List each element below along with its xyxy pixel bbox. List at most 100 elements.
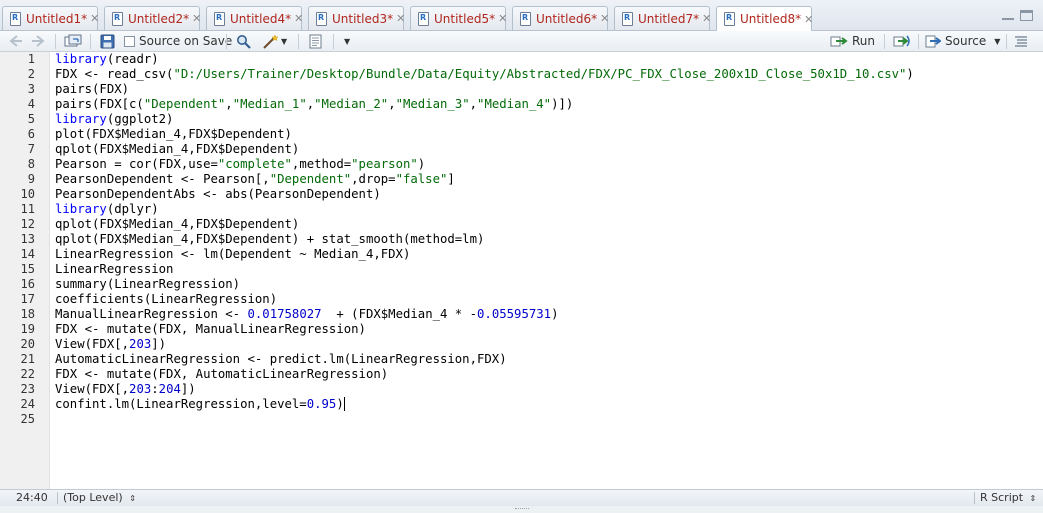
code-line[interactable]: FDX <- mutate(FDX, ManualLinearRegressio… xyxy=(55,322,366,337)
scope-label: (Top Level) xyxy=(63,491,123,504)
code-line[interactable]: ManualLinearRegression <- 0.01758027 + (… xyxy=(55,307,558,322)
code-line[interactable]: FDX <- mutate(FDX, AutomaticLinearRegres… xyxy=(55,367,388,382)
document-outline-button[interactable] xyxy=(1014,33,1028,49)
save-button[interactable] xyxy=(100,33,116,49)
code-token: ,drop= xyxy=(351,172,396,186)
code-token: , xyxy=(225,97,233,111)
code-tools-menu[interactable]: ▼ xyxy=(262,33,287,49)
source-button[interactable]: Source ▼ xyxy=(925,33,1000,49)
code-token: confint.lm(LinearRegression,level= xyxy=(55,397,307,411)
code-token: ]) xyxy=(151,337,167,351)
line-number: 6 xyxy=(27,127,35,141)
tab-untitled8[interactable]: Untitled8*✕ xyxy=(716,6,813,31)
line-number: 20 xyxy=(20,337,35,351)
code-token: (dplyr) xyxy=(106,202,159,216)
file-type-selector[interactable]: R Script ⇕ xyxy=(980,491,1036,505)
code-line[interactable]: qplot(FDX$Median_4,FDX$Dependent) + stat… xyxy=(55,232,484,247)
code-line[interactable]: FDX <- read_csv("D:/Users/Trainer/Deskto… xyxy=(55,67,914,82)
tab-untitled3[interactable]: Untitled3*✕ xyxy=(308,6,405,30)
code-line[interactable]: LinearRegression <- lm(Dependent ~ Media… xyxy=(55,247,410,262)
line-number: 17 xyxy=(20,292,35,306)
close-icon[interactable]: ✕ xyxy=(804,13,813,26)
tab-untitled6[interactable]: Untitled6*✕ xyxy=(512,6,609,30)
code-token: qplot(FDX$Median_4,FDX$Dependent) xyxy=(55,217,300,231)
cursor-position: 24:40 xyxy=(16,491,48,504)
close-icon[interactable]: ✕ xyxy=(294,12,303,25)
run-button[interactable]: Run xyxy=(830,33,875,49)
line-number: 13 xyxy=(20,232,35,246)
code-line[interactable]: LinearRegression xyxy=(55,262,173,277)
line-number: 15 xyxy=(20,262,35,276)
maximize-icon[interactable] xyxy=(1020,10,1033,21)
code-line[interactable]: confint.lm(LinearRegression,level=0.95) xyxy=(55,397,345,412)
magic-wand-icon xyxy=(263,33,279,49)
code-line[interactable]: PearsonDependentAbs <- abs(PearsonDepend… xyxy=(55,187,381,202)
splitter-grip-icon[interactable] xyxy=(515,508,529,512)
code-line[interactable]: qplot(FDX$Median_4,FDX$Dependent) xyxy=(55,142,299,157)
close-icon[interactable]: ✕ xyxy=(600,12,609,25)
tab-untitled2[interactable]: Untitled2*✕ xyxy=(104,6,201,30)
code-line[interactable]: Pearson = cor(FDX,use="complete",method=… xyxy=(55,157,425,172)
close-icon[interactable]: ✕ xyxy=(192,12,201,25)
code-editor[interactable]: library(readr) FDX <- read_csv("D:/Users/… xyxy=(55,52,1043,489)
chevron-down-icon[interactable]: ▼ xyxy=(994,37,1000,46)
code-token: , xyxy=(388,97,396,111)
more-options-menu[interactable]: ▼ xyxy=(344,33,350,49)
find-replace-button[interactable] xyxy=(236,33,252,49)
line-number: 2 xyxy=(27,67,35,81)
code-line[interactable]: PearsonDependent <- Pearson[,"Dependent"… xyxy=(55,172,455,187)
rerun-button[interactable] xyxy=(893,33,913,49)
line-number-gutter: 1 2 3 4 5 6 7 8 9 10 11 12 13 14 15 16 17 18 19 20 21 22 23 24 2… xyxy=(0,52,50,489)
source-on-save-checkbox[interactable]: Source on Save xyxy=(124,33,232,49)
code-line[interactable]: library(dplyr) xyxy=(55,202,159,217)
line-number: 1 xyxy=(27,52,35,66)
code-line[interactable]: pairs(FDX) xyxy=(55,82,129,97)
forward-button[interactable] xyxy=(30,33,46,49)
r-script-icon xyxy=(518,11,532,26)
code-number: 0.95 xyxy=(306,397,337,411)
code-line[interactable]: AutomaticLinearRegression <- predict.lm(… xyxy=(55,352,507,367)
scope-selector[interactable]: (Top Level) ⇕ xyxy=(63,491,136,505)
close-icon[interactable]: ✕ xyxy=(702,12,711,25)
code-line[interactable]: library(readr) xyxy=(55,52,159,67)
tab-label: Untitled3* xyxy=(332,11,394,26)
line-number: 9 xyxy=(27,172,35,186)
r-script-icon xyxy=(110,11,124,26)
editor-scroll-area[interactable] xyxy=(1037,52,1043,489)
close-icon[interactable]: ✕ xyxy=(498,12,507,25)
r-script-icon xyxy=(314,11,328,26)
compile-report-button[interactable] xyxy=(308,33,324,49)
tab-untitled7[interactable]: Untitled7*✕ xyxy=(614,6,711,30)
code-line[interactable]: plot(FDX$Median_4,FDX$Dependent) xyxy=(55,127,292,142)
show-in-new-window-button[interactable] xyxy=(64,33,82,49)
code-token: FDX <- mutate(FDX, ManualLinearRegressio… xyxy=(55,322,366,336)
code-number: 0.01758027 xyxy=(247,307,322,321)
code-line[interactable]: coefficients(LinearRegression) xyxy=(55,292,277,307)
r-script-icon xyxy=(416,11,430,26)
code-line[interactable]: library(ggplot2) xyxy=(55,112,173,127)
code-token: )]) xyxy=(551,97,574,111)
line-number: 11 xyxy=(20,202,35,216)
code-line[interactable]: summary(LinearRegression) xyxy=(55,277,240,292)
minimize-icon[interactable] xyxy=(1002,10,1014,20)
search-icon xyxy=(237,34,251,49)
code-token: , xyxy=(469,97,478,111)
close-icon[interactable]: ✕ xyxy=(90,12,99,25)
code-line[interactable]: qplot(FDX$Median_4,FDX$Dependent) xyxy=(55,217,299,232)
tab-untitled4[interactable]: Untitled4*✕ xyxy=(206,6,303,30)
code-string: "Dependent" xyxy=(269,172,352,186)
r-script-icon xyxy=(212,11,226,26)
code-line[interactable]: View(FDX[,203:204]) xyxy=(55,382,196,397)
code-token: View(FDX[, xyxy=(55,382,130,396)
code-token: pairs(FDX) xyxy=(55,82,130,96)
code-token: + (FDX$Median_4 * - xyxy=(321,307,478,321)
line-number: 19 xyxy=(20,322,35,336)
code-line[interactable]: View(FDX[,203]) xyxy=(55,337,166,352)
tab-untitled1[interactable]: Untitled1*✕ xyxy=(2,6,99,30)
code-line[interactable]: pairs(FDX[c("Dependent","Median_1","Medi… xyxy=(55,97,573,112)
tab-untitled5[interactable]: Untitled5*✕ xyxy=(410,6,507,30)
code-token: View(FDX[, xyxy=(55,337,130,351)
checkbox-box[interactable] xyxy=(124,35,135,47)
back-button[interactable] xyxy=(8,33,24,49)
close-icon[interactable]: ✕ xyxy=(396,12,405,25)
